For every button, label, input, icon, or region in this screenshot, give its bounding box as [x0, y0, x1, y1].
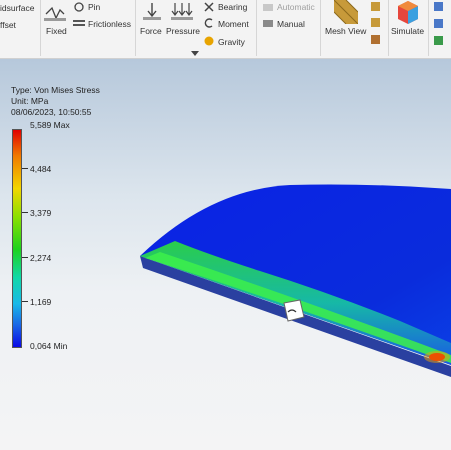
legend-unit: Unit: MPa: [11, 96, 49, 106]
automatic-icon[interactable]: [262, 1, 274, 13]
pin-button[interactable]: Pin: [88, 2, 100, 12]
more-tools-icons[interactable]: [433, 0, 451, 50]
moment-button[interactable]: Moment: [218, 19, 249, 29]
bearing-button[interactable]: Bearing: [218, 2, 247, 12]
legend-datetime: 08/06/2023, 10:50:55: [11, 107, 92, 117]
frictionless-button[interactable]: Frictionless: [88, 19, 131, 29]
legend-value-2: 3,379: [30, 208, 52, 218]
mesh-view-button[interactable]: Mesh View: [325, 26, 366, 36]
manual-button[interactable]: Manual: [277, 19, 305, 29]
color-legend-ramp: [12, 129, 22, 348]
force-button[interactable]: Force: [140, 26, 162, 36]
fixed-constraint-glyph[interactable]: [280, 299, 306, 323]
simulate-button[interactable]: Simulate: [391, 26, 424, 36]
simulate-icon[interactable]: [396, 0, 420, 24]
frictionless-icon[interactable]: [72, 17, 86, 29]
manual-icon[interactable]: [262, 17, 274, 29]
legend-max: 5,589 Max: [30, 120, 70, 130]
pressure-icon[interactable]: [170, 2, 194, 24]
mesh-settings-icons[interactable]: [369, 0, 383, 50]
moment-icon[interactable]: [203, 17, 215, 29]
midsurface-button[interactable]: idsurface: [0, 3, 35, 13]
automatic-button[interactable]: Automatic: [277, 2, 315, 12]
pin-icon[interactable]: [72, 1, 86, 13]
legend-value-3: 2,274: [30, 253, 52, 263]
fixed-button[interactable]: Fixed: [46, 26, 67, 36]
gravity-button[interactable]: Gravity: [218, 37, 245, 47]
bearing-icon[interactable]: [203, 1, 215, 13]
legend-min: 0,064 Min: [30, 341, 68, 351]
offset-button[interactable]: ffset: [0, 20, 16, 30]
force-icon[interactable]: [141, 2, 163, 24]
graphics-viewport[interactable]: [0, 59, 451, 450]
gravity-icon[interactable]: [203, 35, 215, 47]
chevron-down-icon[interactable]: [191, 51, 199, 56]
spring-icon[interactable]: [44, 4, 66, 22]
legend-value-1: 4,484: [30, 164, 52, 174]
legend-type: Type: Von Mises Stress: [11, 85, 100, 95]
stress-plot: [140, 184, 451, 377]
legend-value-4: 1,169: [30, 297, 52, 307]
mesh-view-icon[interactable]: [334, 0, 358, 24]
pressure-button[interactable]: Pressure: [166, 26, 200, 36]
ribbon: idsurface ffset Fixed Pin Frictionless F…: [0, 0, 451, 59]
